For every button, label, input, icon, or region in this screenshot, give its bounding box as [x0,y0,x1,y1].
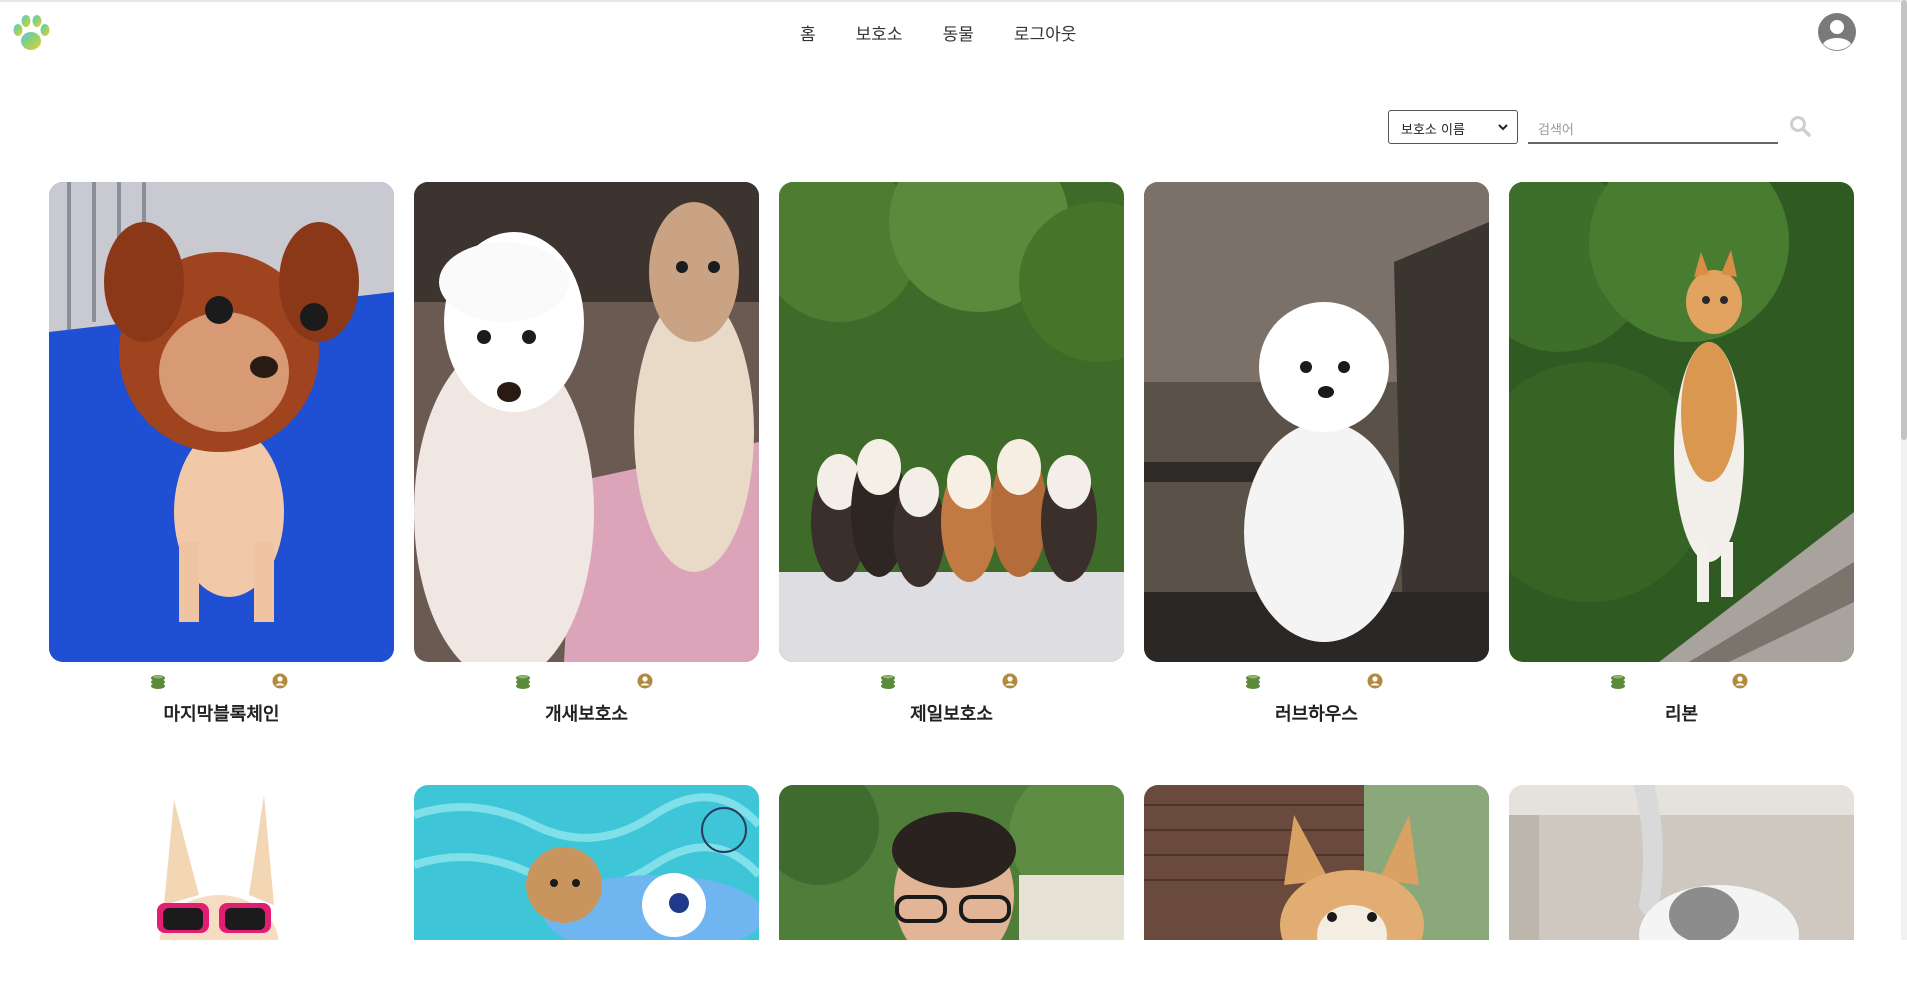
search-filter-select[interactable]: 보호소 이름 [1388,110,1518,144]
shelter-card[interactable] [414,785,759,985]
user-circle-icon[interactable] [1732,673,1748,689]
coins-icon[interactable] [879,672,897,690]
shelter-photo[interactable] [49,785,394,985]
shelter-card[interactable]: 제일보호소 [779,182,1124,725]
scrollbar-thumb[interactable] [1901,0,1907,440]
nav-home[interactable]: 홈 [800,20,816,45]
shelter-name[interactable]: 마지막블록체인 [49,700,394,726]
header: 홈 보호소 동물 로그아웃 [0,2,1907,64]
page-scrollbar[interactable] [1901,0,1907,940]
shelter-photo[interactable] [1144,182,1489,662]
shelter-photo[interactable] [1509,785,1854,985]
main-nav: 홈 보호소 동물 로그아웃 [800,20,1116,45]
paw-logo-icon[interactable] [10,12,52,54]
card-actions [414,672,759,692]
user-circle-icon[interactable] [1367,673,1383,689]
shelter-card[interactable] [1509,785,1854,985]
shelter-card[interactable] [779,785,1124,985]
shelter-photo[interactable] [1509,182,1854,662]
shelter-card[interactable]: 마지막블록체인 [49,182,394,725]
search-filter-value: 보호소 이름 [1401,123,1465,138]
user-circle-icon[interactable] [272,673,288,689]
shelter-name[interactable]: 러브하우스 [1144,700,1489,726]
nav-logout[interactable]: 로그아웃 [1014,20,1077,45]
shelter-photo[interactable] [414,182,759,662]
card-actions [1144,672,1489,692]
card-actions [779,672,1124,692]
card-actions [49,672,394,692]
coins-icon[interactable] [514,672,532,690]
coins-icon[interactable] [149,672,167,690]
nav-shelters[interactable]: 보호소 [856,20,903,45]
search-bar: 보호소 이름 [1388,110,1811,146]
search-icon[interactable] [1788,114,1812,138]
coins-icon[interactable] [1609,672,1627,690]
shelter-card[interactable]: 개새보호소 [414,182,759,725]
chevron-down-icon [1497,120,1509,134]
shelter-photo[interactable] [1144,785,1489,985]
shelter-card[interactable]: 리본 [1509,182,1854,725]
user-circle-icon[interactable] [637,673,653,689]
coins-icon[interactable] [1244,672,1262,690]
shelter-photo[interactable] [49,182,394,662]
shelter-card[interactable] [49,785,394,985]
shelter-name[interactable]: 리본 [1509,700,1854,726]
shelter-name[interactable]: 제일보호소 [779,700,1124,726]
nav-animals[interactable]: 동물 [943,20,974,45]
card-actions [1509,672,1854,692]
shelter-name[interactable]: 개새보호소 [414,700,759,726]
shelter-photo[interactable] [779,785,1124,985]
shelter-card[interactable]: 러브하우스 [1144,182,1489,725]
search-input[interactable] [1528,110,1778,144]
user-avatar-icon[interactable] [1817,12,1857,52]
shelter-photo[interactable] [779,182,1124,662]
shelter-card[interactable] [1144,785,1489,985]
shelter-photo[interactable] [414,785,759,985]
user-circle-icon[interactable] [1002,673,1018,689]
